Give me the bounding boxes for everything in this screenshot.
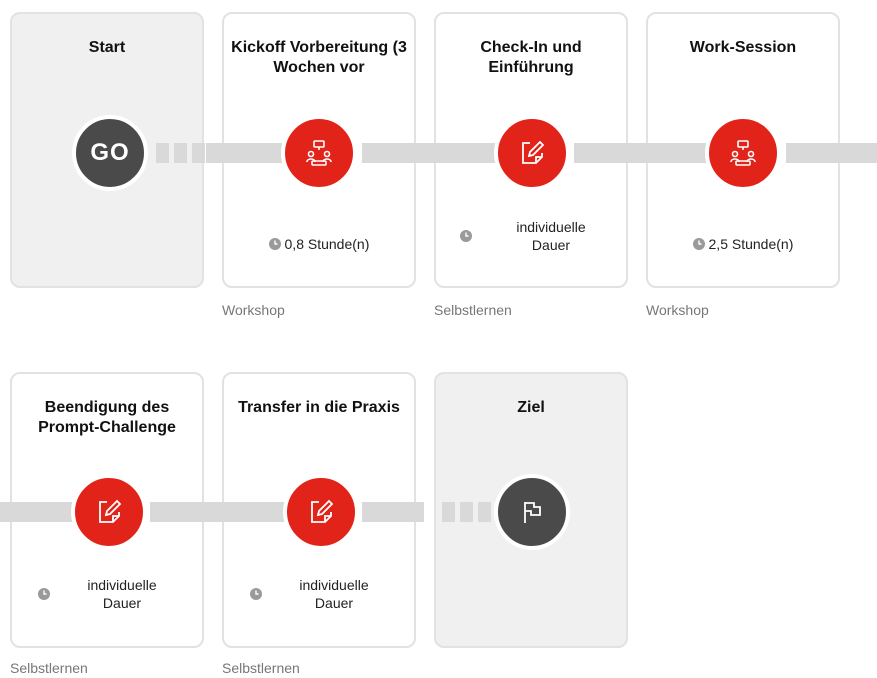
step-type-label: Selbstlernen xyxy=(10,660,88,676)
step-title: Ziel xyxy=(517,399,545,416)
track-dash xyxy=(460,502,473,522)
duration-text: 2,5 Stunde(n) xyxy=(708,236,794,252)
goal-node[interactable] xyxy=(494,474,570,550)
duration-text: individuelle Dauer xyxy=(87,577,157,611)
step-title: Work-Session xyxy=(689,39,797,56)
step-duration: 2,5 Stunde(n) xyxy=(648,236,838,252)
clock-icon xyxy=(692,238,705,250)
duration-text: individuelle Dauer xyxy=(516,219,586,253)
step-title: Check-In und Einführung xyxy=(480,39,582,76)
step-title: Start xyxy=(88,39,126,56)
workshop-icon xyxy=(730,140,756,166)
step-node-transfer[interactable] xyxy=(283,474,359,550)
step-type-label: Selbstlernen xyxy=(434,302,512,318)
step-title: Kickoff Vorbereitung (3 Wochen vor xyxy=(231,39,407,76)
step-type-label: Selbstlernen xyxy=(222,660,300,676)
step-duration: 0,8 Stunde(n) xyxy=(224,236,414,252)
step-type-label: Workshop xyxy=(646,302,709,318)
track-segment xyxy=(362,502,424,522)
duration-text: individuelle Dauer xyxy=(299,577,369,611)
step-type-label: Workshop xyxy=(222,302,285,318)
track-dash xyxy=(174,143,187,163)
track-dash xyxy=(442,502,455,522)
flag-icon xyxy=(524,502,541,523)
step-node-kickoff[interactable] xyxy=(281,115,357,191)
track-segment xyxy=(0,502,76,522)
clock-icon xyxy=(250,588,262,600)
track-segment xyxy=(362,143,500,163)
clock-icon xyxy=(38,588,50,600)
track-segment xyxy=(574,143,712,163)
go-label: GO xyxy=(90,139,130,166)
step-title: Transfer in die Praxis xyxy=(238,399,400,416)
track-dash xyxy=(192,143,205,163)
edit-icon xyxy=(99,499,122,523)
track-segment xyxy=(150,502,290,522)
workshop-icon xyxy=(306,140,332,166)
edit-icon xyxy=(522,140,545,164)
track-dash xyxy=(156,143,169,163)
track-segment xyxy=(206,143,286,163)
step-node-beendigung[interactable] xyxy=(71,474,147,550)
start-node[interactable]: GO xyxy=(72,115,148,191)
step-title: Beendigung des Prompt-Challenge xyxy=(38,399,176,436)
track-segment xyxy=(786,143,877,163)
clock-icon xyxy=(268,238,281,250)
step-node-check-in[interactable] xyxy=(494,115,570,191)
step-node-work-session[interactable] xyxy=(705,115,781,191)
clock-icon xyxy=(460,230,472,242)
track-dash xyxy=(478,502,491,522)
edit-icon xyxy=(311,499,334,523)
duration-text: 0,8 Stunde(n) xyxy=(284,236,370,252)
